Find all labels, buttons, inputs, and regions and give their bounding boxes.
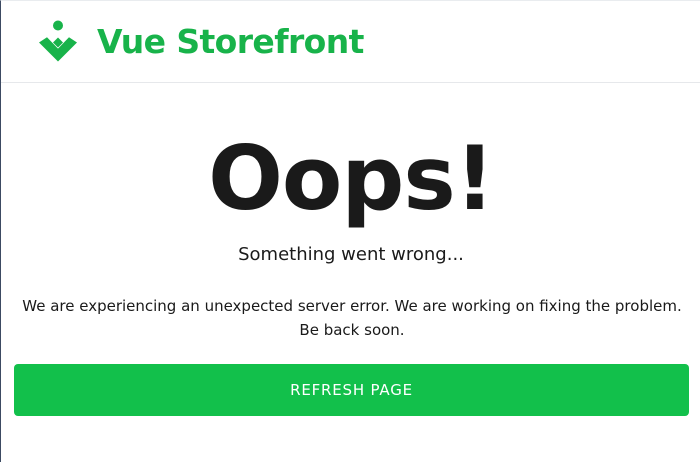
site-header: Vue Storefront [1,1,700,83]
error-subtitle: Something went wrong... [238,244,464,265]
error-page: Vue Storefront Oops! Something went wron… [0,0,700,462]
refresh-page-button[interactable]: REFRESH PAGE [14,364,689,416]
error-message: We are experiencing an unexpected server… [22,297,682,339]
vue-storefront-logo-icon [39,20,77,62]
error-title: Oops! [208,127,495,230]
logo-link[interactable]: Vue Storefront [35,19,364,65]
logo-text: Vue Storefront [97,22,364,61]
error-content: Oops! Something went wrong... We are exp… [1,83,700,462]
